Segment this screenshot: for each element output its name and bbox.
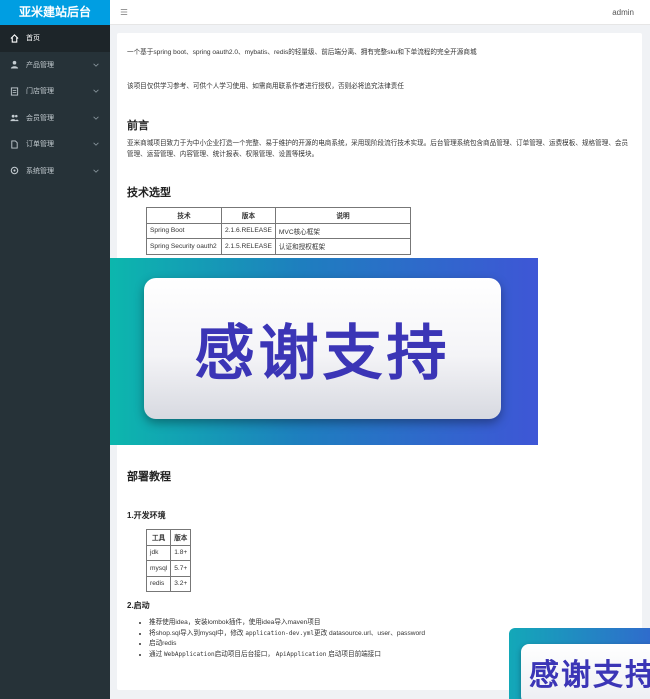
sidebar-item-system[interactable]: 系统管理 bbox=[0, 158, 110, 185]
preface-heading: 前言 bbox=[127, 120, 149, 132]
table-row: mysql 5.7+ bbox=[145, 560, 192, 577]
chevron-down-icon bbox=[93, 116, 99, 120]
thanks-banner-partial-image: 感谢支持 bbox=[509, 628, 650, 699]
list-item: 启动redis bbox=[149, 639, 425, 650]
sidebar-item-label: 会员管理 bbox=[26, 114, 54, 122]
table-cell: Spring Security oauth2 bbox=[146, 238, 222, 255]
sidebar-item-orders[interactable]: 订单管理 bbox=[0, 131, 110, 158]
list-item: 通过 WebApplication启动项目后台接口， ApiApplicatio… bbox=[149, 650, 425, 661]
sidebar-item-label: 订单管理 bbox=[26, 141, 54, 149]
table-row: jdk 1.8+ bbox=[145, 544, 192, 561]
deploy-heading: 部署教程 bbox=[127, 471, 171, 483]
env-table: 工具 版本 jdk 1.8+ mysql 5.7+ redis 3.2+ bbox=[145, 529, 192, 592]
table-header: 版本 bbox=[170, 529, 192, 546]
preface-text: 亚米商城项目致力于为中小企业打造一个完整、易于维护的开源的电商系统，采用现阶段流… bbox=[127, 140, 629, 158]
group-icon bbox=[10, 113, 19, 122]
thanks-banner-image: 感谢支持 bbox=[110, 258, 538, 445]
sidebar-item-label: 门店管理 bbox=[26, 88, 54, 96]
app-logo[interactable]: 亚米建站后台 bbox=[0, 0, 110, 25]
sidebar-item-label: 系统管理 bbox=[26, 167, 54, 175]
home-icon bbox=[10, 33, 19, 43]
env-heading: 1.开发环境 bbox=[127, 511, 166, 520]
table-header: 技术 bbox=[146, 207, 222, 224]
table-cell: 认证和授权框架 bbox=[274, 238, 412, 255]
tech-heading: 技术选型 bbox=[127, 187, 171, 199]
sidebar-item-home[interactable]: 首页 bbox=[0, 25, 110, 52]
table-cell: MVC核心框架 bbox=[274, 222, 412, 239]
table-cell: Spring Boot bbox=[146, 222, 222, 239]
list-item: 推荐使用idea，安装lombok插件，使用idea导入maven项目 bbox=[149, 618, 425, 629]
start-heading: 2.启动 bbox=[127, 601, 150, 610]
chevron-down-icon bbox=[93, 89, 99, 93]
sidebar-item-members[interactable]: 会员管理 bbox=[0, 105, 110, 132]
thanks-button-graphic: 感谢支持 bbox=[521, 644, 650, 699]
chevron-down-icon bbox=[93, 142, 99, 146]
sidebar-item-label: 产品管理 bbox=[26, 61, 54, 69]
table-cell: redis bbox=[145, 575, 172, 592]
menu-toggle-icon[interactable] bbox=[120, 8, 128, 16]
table-cell: 1.8+ bbox=[170, 544, 192, 561]
table-cell: 2.1.5.RELEASE bbox=[221, 238, 276, 255]
start-steps-list: 推荐使用idea，安装lombok插件，使用idea导入maven项目 将sho… bbox=[145, 618, 425, 660]
thanks-text: 感谢支持 bbox=[194, 319, 451, 389]
table-cell: 2.1.6.RELEASE bbox=[221, 222, 276, 239]
table-row: Spring Boot 2.1.6.RELEASE MVC核心框架 bbox=[146, 222, 412, 239]
gear-icon bbox=[10, 166, 19, 175]
sidebar-item-products[interactable]: 产品管理 bbox=[0, 52, 110, 79]
table-header: 版本 bbox=[221, 207, 276, 224]
table-cell: 5.7+ bbox=[170, 560, 192, 577]
user-menu[interactable]: admin bbox=[612, 8, 634, 17]
table-row: Spring Security oauth2 2.1.5.RELEASE 认证和… bbox=[146, 238, 412, 255]
table-cell: mysql bbox=[145, 560, 172, 577]
table-row: redis 3.2+ bbox=[145, 575, 192, 592]
disclaimer-text: 该项目仅供学习参考、可供个人学习使用、如需商用联系作者进行授权，否则必将追究法律… bbox=[127, 83, 404, 90]
sidebar-menu: 首页 产品管理 门店管理 会员管理 订单管理 系统管理 bbox=[0, 25, 110, 184]
list-item: 将shop.sql导入到mysql中，修改 application-dev.ym… bbox=[149, 629, 425, 640]
thanks-button-graphic: 感谢支持 bbox=[144, 278, 501, 419]
document-icon bbox=[10, 140, 19, 149]
thanks-text: 感谢支持 bbox=[529, 658, 650, 693]
sidebar-item-label: 首页 bbox=[26, 35, 40, 43]
user-icon bbox=[10, 60, 19, 69]
intro-text: 一个基于spring boot、spring oauth2.0、mybatis、… bbox=[127, 49, 477, 56]
chevron-down-icon bbox=[93, 169, 99, 173]
table-cell: 3.2+ bbox=[170, 575, 192, 592]
table-header: 说明 bbox=[274, 207, 412, 224]
table-header: 工具 bbox=[145, 529, 172, 546]
tech-table: 技术 版本 说明 Spring Boot 2.1.6.RELEASE MVC核心… bbox=[146, 207, 412, 255]
sidebar: 亚米建站后台 首页 产品管理 门店管理 会员管理 订单管理 系统管理 bbox=[0, 0, 110, 699]
table-cell: jdk bbox=[145, 544, 172, 561]
sidebar-item-stores[interactable]: 门店管理 bbox=[0, 78, 110, 105]
chevron-down-icon bbox=[93, 63, 99, 67]
top-header: admin bbox=[110, 0, 650, 25]
file-icon bbox=[10, 87, 19, 96]
